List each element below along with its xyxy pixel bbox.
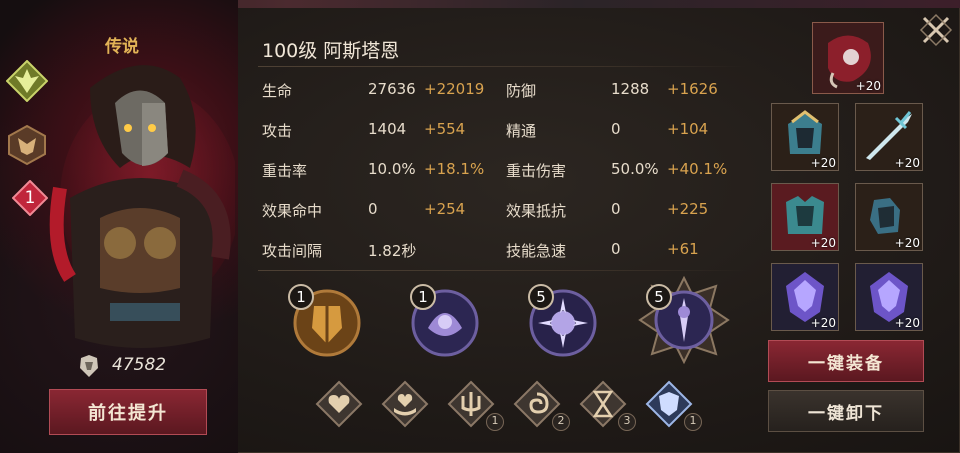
stat-bonus: +104: [667, 120, 709, 138]
heart-icon[interactable]: [315, 380, 363, 428]
power-value: 47582: [80, 355, 166, 375]
stat-label: 防御: [506, 82, 537, 100]
equip-slot-weapon[interactable]: +20: [855, 103, 923, 171]
stat-value: 0: [611, 200, 621, 218]
hero-portrait-panel: 传说 1 47582 前往提升: [0, 0, 238, 453]
stat-value: 1.82秒: [368, 242, 417, 260]
divider: [258, 270, 748, 271]
heart-hand-icon[interactable]: [381, 380, 429, 428]
hero-portrait: [49, 65, 235, 348]
buff-count-badge: 2: [552, 413, 570, 431]
equip-slot-gloves[interactable]: +20: [855, 183, 923, 251]
skill-level-badge: 1: [288, 284, 314, 310]
stat-bonus: +61: [667, 240, 699, 258]
equip-slot-artifact[interactable]: +20: [812, 22, 884, 94]
class-badge-icon[interactable]: [6, 124, 48, 166]
go-upgrade-button[interactable]: 前往提升: [49, 389, 207, 435]
equip-slot-armor[interactable]: +20: [771, 183, 839, 251]
stat-value: 0: [611, 120, 621, 138]
stat-label: 效果命中: [262, 202, 323, 220]
buff-count-badge: 3: [618, 413, 636, 431]
equip-level: +20: [810, 156, 836, 170]
equip-level: +20: [894, 236, 920, 250]
skill-level-badge: 1: [410, 284, 436, 310]
stat-bonus: +18.1%: [424, 160, 485, 178]
stat-bonus: +1626: [667, 80, 718, 98]
equip-all-button[interactable]: 一键装备: [768, 340, 924, 382]
power-number: 47582: [112, 355, 167, 375]
equip-level: +20: [810, 316, 836, 330]
stat-bonus: +254: [424, 200, 466, 218]
equip-level: +20: [894, 316, 920, 330]
stat-value: 1288: [611, 80, 650, 98]
stat-label: 精通: [506, 122, 537, 140]
stat-bonus: +225: [667, 200, 709, 218]
stat-label: 攻击: [262, 122, 293, 140]
skill-level-badge: 5: [646, 284, 672, 310]
stat-value: 10.0%: [368, 160, 416, 178]
stat-value: 1404: [368, 120, 407, 138]
hero-level-name: 100级 阿斯塔恩: [262, 40, 400, 62]
equip-slot-crystal-2[interactable]: +20: [855, 263, 923, 331]
unequip-all-button[interactable]: 一键卸下: [768, 390, 924, 432]
stat-bonus: +22019: [424, 80, 485, 98]
stat-label: 重击率: [262, 162, 308, 180]
stat-value: 27636: [368, 80, 416, 98]
equip-level: +20: [855, 79, 881, 93]
buff-count-badge: 1: [486, 413, 504, 431]
stat-label: 生命: [262, 82, 293, 100]
buff-count-badge: 1: [684, 413, 702, 431]
equip-slot-crystal-1[interactable]: +20: [771, 263, 839, 331]
element-badge-icon[interactable]: [6, 60, 48, 102]
close-icon[interactable]: [918, 12, 954, 48]
stat-label: 攻击间隔: [262, 242, 323, 260]
stat-bonus: +40.1%: [667, 160, 728, 178]
stat-label: 技能急速: [506, 242, 567, 260]
stat-bonus: +554: [424, 120, 466, 138]
equip-slot-helmet[interactable]: +20: [771, 103, 839, 171]
stat-value: 0: [368, 200, 378, 218]
stat-label: 重击伤害: [506, 162, 567, 180]
stat-value: 50.0%: [611, 160, 659, 178]
equip-level: +20: [810, 236, 836, 250]
equip-level: +20: [894, 156, 920, 170]
stat-label: 效果抵抗: [506, 202, 567, 220]
divider: [258, 66, 748, 67]
skill-level-badge: 5: [528, 284, 554, 310]
star-badge-number: 1: [24, 188, 36, 208]
stat-value: 0: [611, 240, 621, 258]
